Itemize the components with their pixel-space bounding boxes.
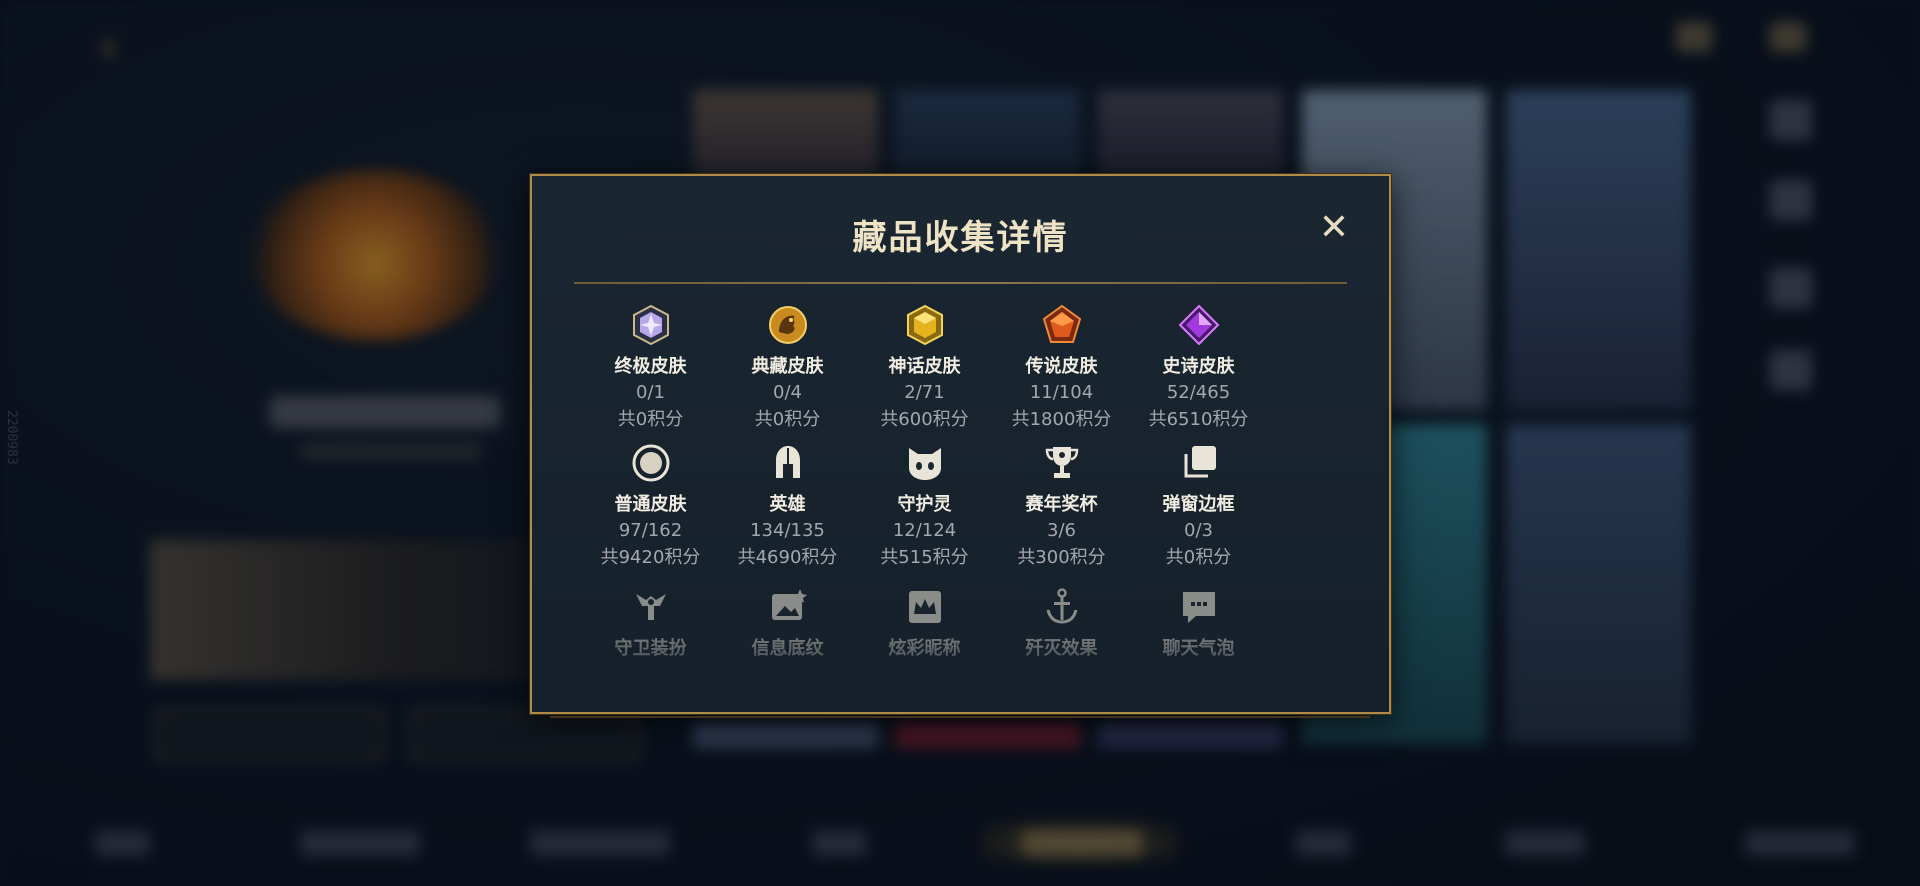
item-count: 11/104 bbox=[1029, 382, 1094, 403]
item-count: 12/124 bbox=[892, 520, 957, 541]
item-label: 信息底纹 bbox=[751, 638, 824, 659]
collection-details-modal: 藏品收集详情 ✕ 终极皮肤 0/1 共0积分 典藏皮肤 0/4 共0积分 神话皮… bbox=[530, 174, 1391, 714]
item-count: 0/3 bbox=[1184, 520, 1213, 541]
collection-row: 守卫装扮 信息底纹 炫彩昵称 歼灭效果 聊天气泡 bbox=[582, 586, 1339, 660]
item-count: 52/465 bbox=[1166, 382, 1231, 403]
item-label: 神话皮肤 bbox=[888, 356, 961, 377]
item-label: 终极皮肤 bbox=[614, 356, 687, 377]
season-trophy-icon bbox=[1045, 447, 1078, 478]
collection-item-hero[interactable]: 英雄 134/135 共4690积分 bbox=[719, 442, 856, 569]
modal-shadow-line bbox=[550, 716, 1370, 718]
item-label: 守卫装扮 bbox=[614, 638, 687, 659]
title-divider bbox=[574, 282, 1347, 284]
chat-bubble-icon bbox=[1182, 592, 1215, 623]
item-count: 134/135 bbox=[750, 520, 825, 541]
guardian-outfit-icon bbox=[635, 594, 666, 620]
collection-item-ultimate-skin[interactable]: 终极皮肤 0/1 共0积分 bbox=[582, 304, 719, 431]
epic-skin-icon bbox=[1178, 304, 1219, 346]
item-points: 共600积分 bbox=[880, 409, 969, 430]
fancy-nickname-icon bbox=[908, 591, 941, 623]
normal-skin-icon bbox=[632, 444, 669, 482]
item-label: 英雄 bbox=[769, 494, 806, 515]
info-background-icon bbox=[771, 589, 807, 620]
item-points: 共0积分 bbox=[1165, 547, 1232, 568]
collection-item-fancy-nickname[interactable]: 炫彩昵称 bbox=[856, 586, 993, 660]
item-points: 共1800积分 bbox=[1011, 409, 1112, 430]
item-count: 0/4 bbox=[773, 382, 802, 403]
collection-row: 终极皮肤 0/1 共0积分 典藏皮肤 0/4 共0积分 神话皮肤 2/71 共6… bbox=[582, 304, 1339, 431]
item-points: 共515积分 bbox=[880, 547, 969, 568]
item-points: 共4690积分 bbox=[737, 547, 838, 568]
ultimate-skin-icon bbox=[632, 304, 669, 346]
item-points: 共6510积分 bbox=[1148, 409, 1249, 430]
guardian-spirit-icon bbox=[908, 448, 941, 480]
modal-title: 藏品收集详情 bbox=[852, 218, 1069, 258]
collection-item-collection-skin[interactable]: 典藏皮肤 0/4 共0积分 bbox=[719, 304, 856, 431]
collection-item-popup-frame[interactable]: 弹窗边框 0/3 共0积分 bbox=[1130, 442, 1267, 569]
item-points: 共0积分 bbox=[617, 409, 684, 430]
item-label: 歼灭效果 bbox=[1025, 638, 1098, 659]
item-label: 赛年奖杯 bbox=[1025, 494, 1098, 515]
item-count: 0/1 bbox=[636, 382, 665, 403]
collection-item-myth-skin[interactable]: 神话皮肤 2/71 共600积分 bbox=[856, 304, 993, 431]
collection-item-annihilation-effect[interactable]: 歼灭效果 bbox=[993, 586, 1130, 660]
collection-item-info-background[interactable]: 信息底纹 bbox=[719, 586, 856, 660]
item-label: 传说皮肤 bbox=[1025, 356, 1098, 377]
collection-row: 普通皮肤 97/162 共9420积分 英雄 134/135 共4690积分 守… bbox=[582, 442, 1339, 569]
item-label: 典藏皮肤 bbox=[751, 356, 824, 377]
item-count: 2/71 bbox=[904, 382, 945, 403]
legend-skin-icon bbox=[1042, 304, 1081, 343]
annihilation-effect-icon bbox=[1046, 588, 1077, 624]
item-count: 97/162 bbox=[618, 520, 683, 541]
item-points: 共300积分 bbox=[1017, 547, 1106, 568]
collection-item-guardian-outfit[interactable]: 守卫装扮 bbox=[582, 586, 719, 660]
item-count: 3/6 bbox=[1047, 520, 1076, 541]
item-label: 聊天气泡 bbox=[1162, 638, 1235, 659]
popup-frame-icon bbox=[1184, 446, 1216, 478]
item-label: 史诗皮肤 bbox=[1162, 356, 1235, 377]
collection-item-chat-bubble[interactable]: 聊天气泡 bbox=[1130, 586, 1267, 660]
item-label: 炫彩昵称 bbox=[888, 638, 961, 659]
item-label: 弹窗边框 bbox=[1162, 494, 1235, 515]
collection-item-epic-skin[interactable]: 史诗皮肤 52/465 共6510积分 bbox=[1130, 304, 1267, 431]
collection-item-normal-skin[interactable]: 普通皮肤 97/162 共9420积分 bbox=[582, 442, 719, 569]
item-points: 共9420积分 bbox=[600, 547, 701, 568]
collection-item-season-trophy[interactable]: 赛年奖杯 3/6 共300积分 bbox=[993, 442, 1130, 569]
item-label: 守护灵 bbox=[897, 494, 952, 515]
collection-skin-icon bbox=[768, 306, 807, 344]
collection-grid: 终极皮肤 0/1 共0积分 典藏皮肤 0/4 共0积分 神话皮肤 2/71 共6… bbox=[582, 304, 1339, 694]
myth-skin-icon bbox=[906, 304, 943, 346]
close-icon: ✕ bbox=[1318, 207, 1350, 248]
hero-helmet-icon bbox=[775, 446, 800, 478]
close-button[interactable]: ✕ bbox=[1314, 208, 1354, 248]
collection-item-legend-skin[interactable]: 传说皮肤 11/104 共1800积分 bbox=[993, 304, 1130, 431]
collection-item-guardian-spirit[interactable]: 守护灵 12/124 共515积分 bbox=[856, 442, 993, 569]
item-label: 普通皮肤 bbox=[614, 494, 687, 515]
item-points: 共0积分 bbox=[754, 409, 821, 430]
